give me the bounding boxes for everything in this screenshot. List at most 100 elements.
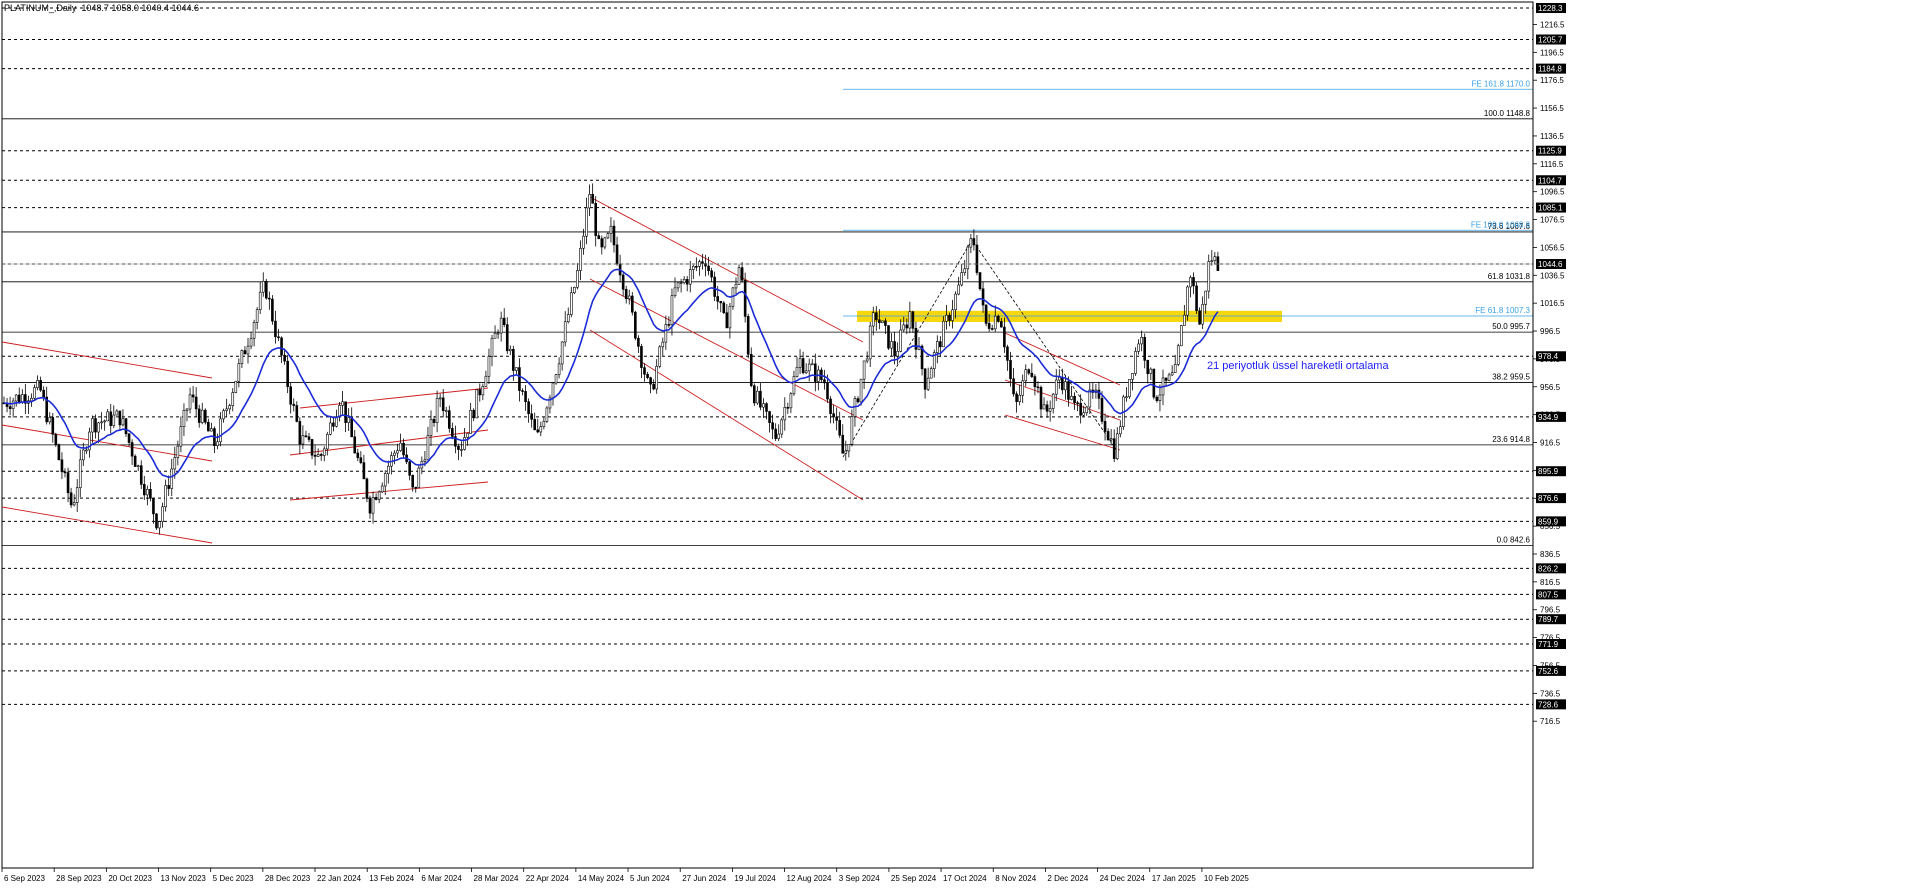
candle-body [1195,285,1198,311]
candle-body [984,304,988,324]
candle-body [383,473,387,487]
candle-body [688,269,692,285]
candle-body [176,445,180,458]
candle-body [399,442,402,451]
candle-body [813,363,817,382]
candle-body [838,420,842,436]
candle-body [365,478,369,499]
candle-body [441,397,445,412]
candle-body [539,426,543,433]
candle-body [1036,386,1040,389]
candle-body [1054,379,1058,395]
candle-body [777,433,781,439]
candle-body [246,345,250,355]
candle-body [990,328,994,330]
candle-body [1064,381,1067,391]
candle-body [1103,421,1107,432]
candle-body [939,341,942,348]
candle-body [701,261,704,264]
candle-body [255,309,259,323]
candle-body [670,295,674,325]
candle-body [899,329,903,352]
candle-body [63,471,67,474]
candle-body [902,324,906,331]
candle-body [981,288,985,306]
channel-line [1,341,213,379]
candle-body [72,502,76,506]
candle-body [69,492,73,506]
candle-body [929,368,933,379]
candle-body [17,394,21,403]
candle-body [795,367,799,377]
price-tick-label: 1136.5 [1540,132,1564,141]
candle-body [94,418,97,433]
candle-body [1152,368,1156,398]
channel-line [299,387,489,409]
candle-body [664,324,668,343]
candle-body [710,270,713,278]
level-price-label: 826.2 [1538,564,1559,573]
candle-body [960,272,964,286]
candle-body [896,350,899,357]
candle-body [325,433,329,450]
candle-body [749,354,753,387]
candle-body [505,324,509,352]
candle-body [545,407,549,422]
candle-body [560,341,564,365]
candle-body [109,411,113,426]
level-price-label: 1228.3 [1538,4,1563,13]
candle-body [457,445,460,450]
candle-body [164,485,167,508]
candle-body [344,401,347,423]
candle-body [499,317,503,334]
date-tick-label: 17 Oct 2024 [943,874,987,883]
candle-body [191,394,195,398]
candle-body [316,454,320,457]
candle-body [640,346,643,368]
candle-body [658,346,662,367]
candle-body [798,358,802,368]
candle-body [1119,426,1122,435]
date-tick-label: 22 Jan 2024 [317,874,362,883]
candle-body [893,341,896,357]
level-price-label: 789.7 [1538,615,1559,624]
candle-body [258,291,262,310]
candle-body [261,280,265,293]
candle-body [563,321,567,343]
candle-body [887,325,890,349]
candle-body [91,418,94,433]
symbol-label: PLATINUM_,Daily [4,3,77,13]
candle-body [576,270,579,288]
candle-body [478,389,482,396]
candle-body [277,336,280,339]
candle-body [8,406,12,409]
candle-body [597,235,601,239]
date-tick-label: 19 Jul 2024 [734,874,776,883]
price-tick-label: 816.5 [1540,578,1561,587]
candle-body [1067,381,1070,400]
candle-body [1048,408,1052,412]
candle-body [948,314,951,321]
candle-body [792,376,796,395]
candle-body [1024,369,1028,382]
candle-body [286,360,289,388]
candle-body [487,356,491,377]
candle-body [725,312,729,329]
candle-body [149,488,152,499]
candle-body [1082,412,1085,416]
candle-body [219,418,222,443]
candle-body [1100,398,1104,422]
candle-body [969,238,973,248]
date-tick-label: 13 Nov 2023 [161,874,207,883]
candle-body [621,274,625,290]
candle-body [228,405,231,410]
candle-body [1018,394,1021,402]
candle-body [451,428,454,437]
price-chart[interactable]: 100.0 1148.873.6 1067.661.8 1031.850.0 9… [0,0,1916,888]
date-tick-label: 25 Sep 2024 [891,874,937,883]
level-price-label: 1104.7 [1538,176,1562,185]
candle-body [1073,395,1076,404]
candle-body [1009,360,1012,380]
channel-line [589,278,864,421]
candle-body [1061,376,1064,391]
